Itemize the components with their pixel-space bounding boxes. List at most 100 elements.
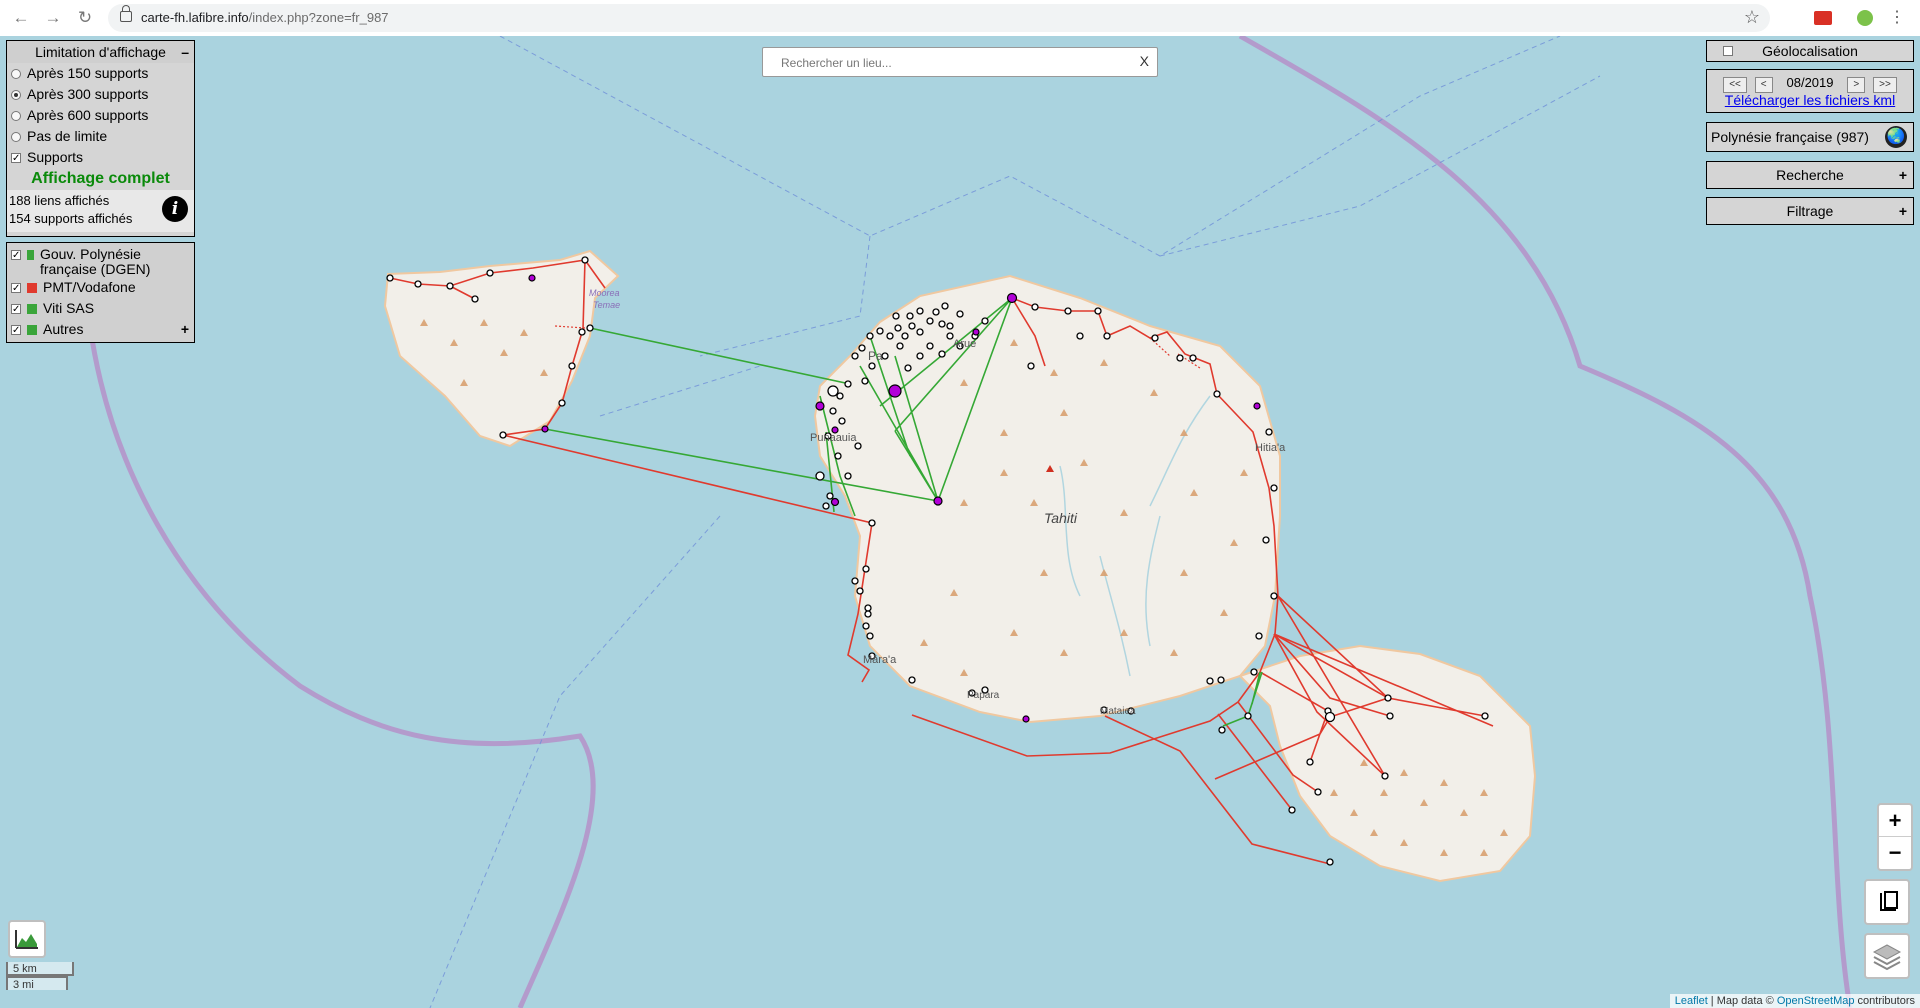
current-date: 08/2019 bbox=[1786, 75, 1834, 90]
url-host: carte-fh.lafibre.info bbox=[141, 10, 249, 25]
label-papeete: Pa bbox=[868, 349, 883, 363]
display-limit-panel: Limitation d'affichage – Après 150 suppor… bbox=[6, 40, 195, 237]
radio-150[interactable] bbox=[11, 68, 21, 79]
supports-checkbox[interactable]: ✓ bbox=[11, 152, 21, 163]
operator-row[interactable]: ✓ Gouv. Polynésie française (DGEN) bbox=[7, 243, 194, 277]
date-first-button[interactable]: << bbox=[1723, 77, 1747, 93]
date-next-button[interactable]: > bbox=[1847, 77, 1866, 93]
limit-option-label: Après 600 supports bbox=[27, 107, 149, 123]
map-base-layer bbox=[87, 36, 1853, 1008]
limit-option-label: Après 300 supports bbox=[27, 86, 149, 102]
label-arue: Arue bbox=[953, 338, 977, 350]
limit-option-150[interactable]: Après 150 supports bbox=[7, 63, 194, 84]
osm-link[interactable]: OpenStreetMap bbox=[1777, 995, 1855, 1007]
recherche-expand-button[interactable]: + bbox=[1899, 162, 1907, 188]
counts-area: 188 liens affichés 154 supports affichés… bbox=[7, 190, 194, 232]
operator-label: PMT/Vodafone bbox=[43, 279, 136, 295]
forward-icon[interactable]: → bbox=[42, 7, 64, 29]
radio-600[interactable] bbox=[11, 110, 21, 121]
geolocation-panel[interactable]: Géolocalisation bbox=[1706, 40, 1914, 62]
display-limit-header[interactable]: Limitation d'affichage – bbox=[7, 41, 194, 63]
operator-label: Viti SAS bbox=[43, 300, 95, 316]
operator-swatch bbox=[27, 303, 37, 314]
date-last-button[interactable]: >> bbox=[1873, 77, 1897, 93]
extension-icon-red[interactable] bbox=[1812, 7, 1834, 29]
operator-checkbox[interactable]: ✓ bbox=[11, 324, 21, 335]
zoom-in-button[interactable]: + bbox=[1879, 805, 1911, 837]
leaflet-link[interactable]: Leaflet bbox=[1675, 995, 1708, 1007]
geolocation-label: Géolocalisation bbox=[1762, 43, 1858, 59]
filtrage-panel[interactable]: Filtrage + bbox=[1706, 197, 1914, 225]
ruler-icon-square bbox=[1884, 891, 1898, 909]
limit-option-300[interactable]: Après 300 supports bbox=[7, 84, 194, 105]
operator-swatch bbox=[27, 324, 37, 335]
recherche-panel[interactable]: Recherche + bbox=[1706, 161, 1914, 189]
attribution-separator: | Map data © bbox=[1707, 995, 1777, 1007]
bookmark-star-icon[interactable]: ☆ bbox=[1744, 7, 1760, 28]
geolocation-checkbox[interactable] bbox=[1723, 46, 1733, 56]
operator-row[interactable]: ✓ Viti SAS bbox=[7, 298, 194, 319]
operator-swatch bbox=[27, 250, 34, 260]
url-text: carte-fh.lafibre.info/index.php?zone=fr_… bbox=[141, 10, 389, 25]
place-search: X bbox=[762, 47, 1158, 77]
measure-control[interactable] bbox=[1864, 879, 1910, 925]
collapse-toggle[interactable]: – bbox=[181, 41, 189, 63]
operator-swatch bbox=[27, 282, 37, 293]
layers-control[interactable] bbox=[1864, 933, 1910, 979]
info-icon[interactable]: i bbox=[162, 196, 188, 222]
filtrage-label: Filtrage bbox=[1786, 203, 1834, 219]
place-search-input[interactable] bbox=[779, 53, 1123, 73]
label-tahiti: Tahiti bbox=[1044, 510, 1077, 526]
recherche-label: Recherche bbox=[1776, 167, 1844, 183]
supports-toggle[interactable]: ✓ Supports bbox=[7, 147, 194, 168]
limit-option-label: Pas de limite bbox=[27, 128, 108, 144]
operator-row[interactable]: ✓ Autres + bbox=[7, 319, 194, 340]
globe-icon[interactable]: 🌏 bbox=[1885, 126, 1907, 148]
menu-icon[interactable]: ⋮ bbox=[1886, 7, 1908, 29]
back-icon[interactable]: ← bbox=[10, 7, 32, 29]
elevation-control[interactable] bbox=[8, 920, 46, 958]
search-clear-button[interactable]: X bbox=[1140, 53, 1149, 69]
limit-option-600[interactable]: Après 600 supports bbox=[7, 105, 194, 126]
elevation-chart-icon bbox=[15, 930, 38, 949]
zoom-out-button[interactable]: − bbox=[1879, 837, 1911, 868]
url-path: /index.php?zone=fr_987 bbox=[248, 10, 389, 25]
scale-bar: 5 km 3 mi bbox=[6, 962, 74, 991]
display-status: Affichage complet bbox=[31, 170, 170, 187]
expand-operators-button[interactable]: + bbox=[181, 319, 189, 340]
zoom-control: + − bbox=[1877, 803, 1913, 871]
download-kml-link[interactable]: Télécharger les fichiers kml bbox=[1725, 92, 1895, 108]
scale-km: 5 km bbox=[6, 962, 74, 976]
operator-label: Gouv. Polynésie française (DGEN) bbox=[39, 246, 151, 277]
label-mataiea: Mataiea bbox=[1100, 706, 1136, 717]
filtrage-expand-button[interactable]: + bbox=[1899, 198, 1907, 224]
zone-label: Polynésie française (987) bbox=[1711, 129, 1869, 145]
extension-icon-green[interactable] bbox=[1854, 7, 1876, 29]
map-canvas[interactable]: Pa Arue Punaauia Hitia'a Māra'a Papara M… bbox=[0, 36, 1920, 1008]
browser-toolbar: ← → ↻ carte-fh.lafibre.info/index.php?zo… bbox=[0, 0, 1920, 37]
label-maraa: Māra'a bbox=[863, 654, 897, 666]
address-bar[interactable]: carte-fh.lafibre.info/index.php?zone=fr_… bbox=[108, 4, 1770, 32]
operator-label: Autres bbox=[43, 321, 84, 337]
moorea-island bbox=[383, 249, 620, 448]
label-temae: Temae bbox=[593, 300, 621, 310]
operator-checkbox[interactable]: ✓ bbox=[11, 303, 21, 314]
operator-row[interactable]: ✓ PMT/Vodafone bbox=[7, 277, 194, 298]
scale-mi: 3 mi bbox=[6, 976, 68, 991]
label-papara: Papara bbox=[967, 690, 1000, 701]
lock-icon bbox=[120, 5, 132, 22]
date-prev-button[interactable]: < bbox=[1754, 77, 1773, 93]
operator-checkbox[interactable]: ✓ bbox=[11, 250, 21, 261]
limit-option-none[interactable]: Pas de limite bbox=[7, 126, 194, 147]
display-limit-title: Limitation d'affichage bbox=[35, 44, 166, 60]
radio-300[interactable] bbox=[11, 89, 21, 100]
date-navigator: << < 08/2019 > >> bbox=[1707, 74, 1913, 93]
radio-none[interactable] bbox=[11, 131, 21, 142]
operator-checkbox[interactable]: ✓ bbox=[11, 282, 21, 293]
attribution-suffix: contributors bbox=[1854, 995, 1915, 1007]
zone-panel[interactable]: Polynésie française (987) 🌏 bbox=[1706, 122, 1914, 152]
map-attribution: Leaflet | Map data © OpenStreetMap contr… bbox=[1669, 994, 1920, 1008]
reload-icon[interactable]: ↻ bbox=[74, 7, 96, 29]
supports-label: Supports bbox=[27, 149, 84, 165]
limit-option-label: Après 150 supports bbox=[27, 65, 149, 81]
